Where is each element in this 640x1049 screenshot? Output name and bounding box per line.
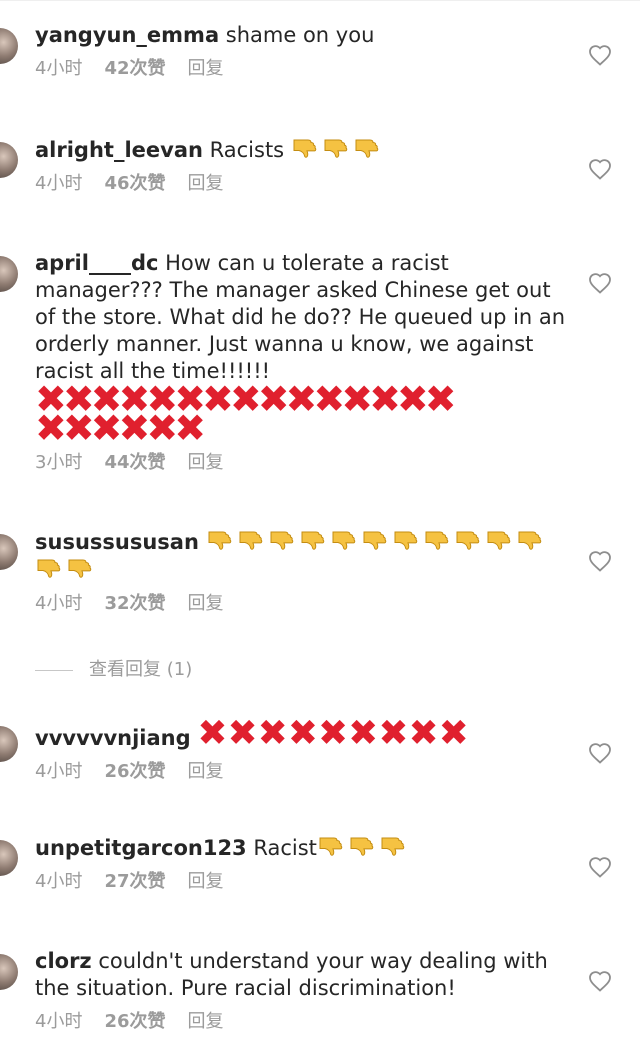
thumbs-down-emoji	[361, 528, 389, 552]
reply-button[interactable]: 回复	[188, 58, 224, 79]
like-heart-icon[interactable]	[588, 856, 612, 878]
thumbs-down-emoji	[353, 136, 381, 160]
username[interactable]: susussususan	[35, 530, 199, 554]
comment-meta: 4小时 27次赞 回复	[35, 870, 575, 894]
thumbs-down-emoji	[317, 834, 345, 858]
thumbs-down-emoji	[268, 528, 296, 552]
thumbs-down-emoji	[330, 528, 358, 552]
username[interactable]: yangyun_emma	[35, 23, 219, 47]
comment-body: Racists	[202, 138, 285, 162]
thumbs-down-emoji	[379, 834, 407, 858]
avatar[interactable]	[0, 840, 18, 876]
thumbs-down-emoji	[291, 136, 319, 160]
thumbs-down-emoji	[348, 834, 376, 858]
timestamp: 4小时	[35, 1011, 83, 1032]
timestamp: 4小时	[35, 593, 83, 614]
comment-meta: 4小时 32次赞 回复	[35, 592, 575, 616]
like-count[interactable]: 44次赞	[104, 452, 165, 473]
comment-body: shame on you	[219, 23, 375, 47]
thumbs-down-emoji	[454, 528, 482, 552]
avatar[interactable]	[0, 534, 18, 570]
avatar[interactable]	[0, 256, 18, 292]
reply-button[interactable]: 回复	[188, 173, 224, 194]
view-replies-label: 查看回复 (1)	[89, 659, 193, 680]
avatar[interactable]	[0, 726, 18, 762]
like-count[interactable]: 26次赞	[104, 761, 165, 782]
reply-button[interactable]: 回复	[188, 761, 224, 782]
comment-meta: 3小时 44次赞 回复	[35, 451, 575, 475]
divider-dash	[35, 669, 73, 671]
thumbs-down-emoji	[206, 528, 234, 552]
timestamp: 4小时	[35, 58, 83, 79]
like-heart-icon[interactable]	[588, 158, 612, 180]
username[interactable]: april____dc	[35, 251, 158, 275]
comment-text: unpetitgarcon123 Racist	[35, 834, 575, 862]
timestamp: 4小时	[35, 173, 83, 194]
like-heart-icon[interactable]	[588, 550, 612, 572]
like-heart-icon[interactable]	[588, 44, 612, 66]
thumbs-down-emoji	[299, 528, 327, 552]
comment-text: vvvvvvnjiang ✖✖✖✖✖✖✖✖✖	[35, 716, 575, 752]
thumbs-down-emoji	[66, 556, 94, 580]
thumbs-down-emoji	[35, 556, 63, 580]
thumbs-down-emoji	[423, 528, 451, 552]
comment-text: yangyun_emma shame on you	[35, 22, 575, 49]
comment-text: clorz couldn't understand your way deali…	[35, 948, 575, 1002]
timestamp: 3小时	[35, 452, 83, 473]
comment-meta: 4小时 26次赞 回复	[35, 760, 575, 784]
like-heart-icon[interactable]	[588, 742, 612, 764]
comment-meta: 4小时 26次赞 回复	[35, 1010, 575, 1034]
thumbs-down-emoji	[516, 528, 544, 552]
comment-meta: 4小时 46次赞 回复	[35, 172, 575, 196]
reply-button[interactable]: 回复	[188, 452, 224, 473]
username[interactable]: unpetitgarcon123	[35, 836, 247, 860]
like-heart-icon[interactable]	[588, 970, 612, 992]
comment-body: Racist	[246, 836, 317, 860]
cross-mark-emoji-row: ✖✖✖✖✖✖✖✖✖	[197, 713, 469, 754]
timestamp: 4小时	[35, 871, 83, 892]
username[interactable]: vvvvvvnjiang	[35, 726, 191, 750]
thumbs-down-emoji	[485, 528, 513, 552]
reply-button[interactable]: 回复	[188, 1011, 224, 1032]
avatar[interactable]	[0, 142, 18, 178]
avatar[interactable]	[0, 28, 18, 64]
view-replies-button[interactable]: 查看回复 (1)	[35, 658, 192, 682]
username[interactable]: alright_leevan	[35, 138, 203, 162]
comment-body: couldn't understand your way dealing wit…	[35, 949, 548, 1000]
comment-meta: 4小时 42次赞 回复	[35, 57, 575, 81]
comment-text: susussususan	[35, 528, 575, 584]
top-divider	[0, 0, 640, 1]
like-count[interactable]: 26次赞	[104, 1011, 165, 1032]
username[interactable]: clorz	[35, 949, 92, 973]
reply-button[interactable]: 回复	[188, 593, 224, 614]
thumbs-down-emoji	[392, 528, 420, 552]
avatar[interactable]	[0, 954, 18, 990]
like-count[interactable]: 42次赞	[104, 58, 165, 79]
like-count[interactable]: 32次赞	[104, 593, 165, 614]
thumbs-down-emoji	[237, 528, 265, 552]
comment-text: april____dc How can u tolerate a racist …	[35, 250, 575, 385]
like-count[interactable]: 27次赞	[104, 871, 165, 892]
thumbs-down-emoji	[322, 136, 350, 160]
timestamp: 4小时	[35, 761, 83, 782]
like-count[interactable]: 46次赞	[104, 173, 165, 194]
reply-button[interactable]: 回复	[188, 871, 224, 892]
comment-text: alright_leevan Racists	[35, 136, 575, 164]
like-heart-icon[interactable]	[588, 272, 612, 294]
